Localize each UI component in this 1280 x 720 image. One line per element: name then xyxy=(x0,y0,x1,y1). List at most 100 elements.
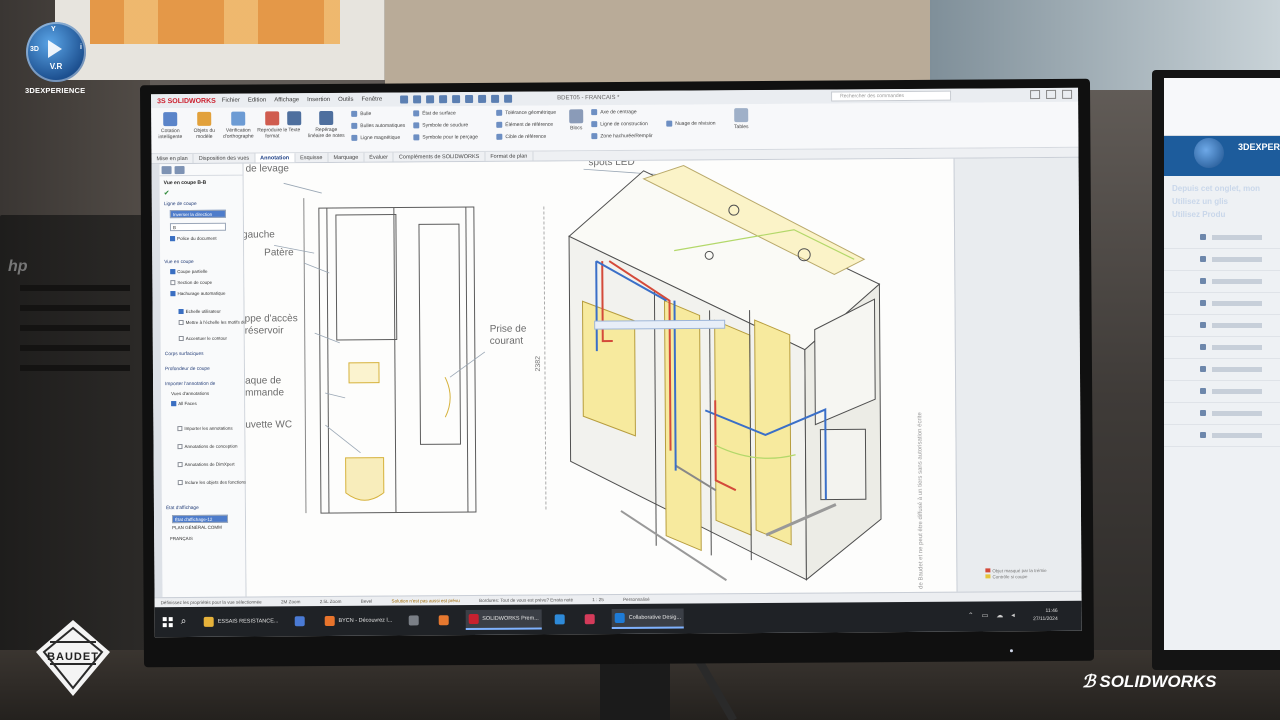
tab-complements[interactable]: Compléments de SOLIDWORKS xyxy=(393,151,486,162)
tab-annotation[interactable]: Annotation xyxy=(255,153,296,163)
revision-cloud-button[interactable]: Nuage de révision xyxy=(666,120,716,128)
tree-row[interactable] xyxy=(1164,381,1280,403)
print-icon[interactable] xyxy=(452,95,461,104)
tree-row[interactable] xyxy=(1164,271,1280,293)
import-annotations-checkbox[interactable]: Importer les annotations xyxy=(177,426,233,432)
label-input[interactable]: B xyxy=(169,222,226,232)
balloon-button[interactable]: Bulle xyxy=(351,110,371,118)
new-icon[interactable] xyxy=(413,95,422,104)
maximize-button[interactable] xyxy=(1046,89,1057,99)
group-display-state[interactable]: État d'affichage xyxy=(166,506,199,511)
tree-row[interactable] xyxy=(1164,403,1280,425)
menu-fichier[interactable]: Fichier xyxy=(222,98,240,104)
tab-marquage[interactable]: Marquage xyxy=(328,152,365,163)
isometric-cabin-drawing[interactable] xyxy=(568,164,882,582)
command-search-input[interactable]: Rechercher des commandes xyxy=(831,90,952,102)
display-state-item-2[interactable]: PLAN GÉNÉRAL COMM xyxy=(172,525,222,530)
tab-disposition-des-vues[interactable]: Disposition des vues xyxy=(193,153,256,163)
section-view-drawing[interactable] xyxy=(303,197,547,514)
tables-button[interactable]: Tables xyxy=(729,108,753,146)
tree-row[interactable] xyxy=(1164,227,1280,249)
taskbar-app-5[interactable] xyxy=(435,610,455,630)
status-warning[interactable]: Solution n'est pas aussi est prévu xyxy=(392,598,460,603)
taskbar-app-4[interactable] xyxy=(405,610,425,630)
drawing-canvas[interactable] xyxy=(244,159,957,597)
menu-edition[interactable]: Edition xyxy=(248,97,266,103)
dimxpert-annotations-checkbox[interactable]: Annotations de DimXpert xyxy=(177,462,235,468)
note-button[interactable]: Texte xyxy=(283,111,305,149)
dimension-height[interactable]: 2382 xyxy=(535,356,542,372)
display-state-item[interactable]: État d'affichage-12 xyxy=(171,514,229,524)
option-auto-hatching[interactable]: Hachurage automatique xyxy=(170,291,225,297)
tab-mise-en-plan[interactable]: Mise en plan xyxy=(151,153,194,164)
area-hatch-button[interactable]: Zone hachurée/Remplir xyxy=(591,133,653,141)
quick-access-toolbar[interactable] xyxy=(400,94,517,104)
tree-row[interactable] xyxy=(1164,315,1280,337)
linear-note-pattern-button[interactable]: Repérage linéaire de notes xyxy=(307,110,345,149)
menu-insertion[interactable]: Insertion xyxy=(307,97,330,103)
save-icon[interactable] xyxy=(439,95,448,104)
tree-row[interactable] xyxy=(1164,249,1280,271)
model-items-button[interactable]: Objets du modèle xyxy=(187,111,221,150)
menu-outils[interactable]: Outils xyxy=(338,97,353,103)
feature-tree-tab-icon[interactable] xyxy=(161,166,172,175)
ok-check-icon[interactable]: ✔ xyxy=(164,189,170,197)
design-annotations-checkbox[interactable]: Annotations de conception xyxy=(177,444,238,450)
taskbar-app-solidworks[interactable]: SOLIDWORKS Prem... xyxy=(465,609,542,631)
rebuild-icon[interactable] xyxy=(491,94,500,103)
taskbar-app-7[interactable] xyxy=(552,609,572,629)
status-units[interactable]: Personnalisé xyxy=(623,597,650,602)
hole-callout-button[interactable]: Symbole pour le perçage xyxy=(413,134,478,142)
taskbar-app-2[interactable] xyxy=(291,611,311,631)
blocks-button[interactable]: Blocs xyxy=(565,109,587,147)
smart-dimension-button[interactable]: Cotation intelligente xyxy=(153,112,187,150)
surface-finish-button[interactable]: État de surface xyxy=(413,110,456,118)
group-import-annotations[interactable]: Importer l'annotation de xyxy=(165,382,215,387)
centerline-button[interactable]: Axe de centrage xyxy=(591,109,637,117)
drawing-sheet[interactable]: de levage gauche Patère ppe d'accès rése… xyxy=(243,158,957,597)
option-user-scale[interactable]: Echelle utilisateur xyxy=(178,309,221,315)
weld-symbol-button[interactable]: Symbole de soudure xyxy=(413,122,468,130)
tree-row[interactable] xyxy=(1164,337,1280,359)
close-button[interactable] xyxy=(1062,89,1073,99)
document-font-checkbox[interactable]: Police du document xyxy=(170,236,217,242)
tab-format-de-plan[interactable]: Format de plan xyxy=(485,151,534,161)
all-faces-checkbox[interactable]: All Faces xyxy=(171,401,197,407)
clock[interactable]: 11:46 27/11/2024 xyxy=(1033,607,1058,623)
spell-check-button[interactable]: Vérification d'orthographe xyxy=(221,111,255,150)
option-partial-section[interactable]: Coupe partielle xyxy=(170,269,208,275)
auto-balloon-button[interactable]: Bulles automatiques xyxy=(351,122,405,130)
status-scale[interactable]: 1 : 25 xyxy=(592,597,604,602)
taskbar-app-firefox[interactable]: BYCN - Découvrez l... xyxy=(321,611,395,632)
group-section-depth[interactable]: Profondeur de coupe xyxy=(165,367,210,372)
tree-row[interactable] xyxy=(1164,425,1280,447)
property-tab-icon[interactable] xyxy=(174,166,185,175)
datum-feature-button[interactable]: Élément de référence xyxy=(496,121,553,129)
tab-evaluer[interactable]: Évaluer xyxy=(364,152,394,162)
minimize-button[interactable] xyxy=(1030,90,1041,100)
group-section-view[interactable]: Vue en coupe xyxy=(164,260,193,265)
taskbar-app-files[interactable]: ESSAIS RESISTANCE... xyxy=(201,611,282,632)
taskbar-app-8[interactable] xyxy=(582,609,602,629)
home-icon[interactable] xyxy=(400,95,409,104)
group-surface-bodies[interactable]: Corps surfaciques xyxy=(165,352,204,357)
menu-affichage[interactable]: Affichage xyxy=(274,97,299,103)
undo-icon[interactable] xyxy=(465,94,474,104)
language-selector[interactable]: FRANÇAIS xyxy=(170,536,193,541)
select-icon[interactable] xyxy=(478,94,487,103)
system-tray-icons[interactable]: ⌃ ▭ ☁ ◂ xyxy=(968,611,1018,619)
taskbar-app-edge[interactable]: Collaborative Desig... xyxy=(611,608,685,630)
tab-esquisse[interactable]: Esquisse xyxy=(295,153,329,163)
datum-target-button[interactable]: Cible de référence xyxy=(496,133,546,141)
construction-line-button[interactable]: Ligne de construction xyxy=(591,121,648,129)
tree-row[interactable] xyxy=(1164,359,1280,381)
geometric-tolerance-button[interactable]: Tolérance géométrique xyxy=(496,109,556,117)
search-icon[interactable]: ⌕ xyxy=(181,616,193,628)
options-icon[interactable] xyxy=(504,94,513,103)
tree-row[interactable] xyxy=(1164,293,1280,315)
magnetic-line-button[interactable]: Ligne magnétique xyxy=(351,134,400,143)
option-slice-section[interactable]: Section de coupe xyxy=(170,280,212,286)
open-icon[interactable] xyxy=(426,95,435,104)
menu-fenetre[interactable]: Fenêtre xyxy=(361,97,382,103)
group-section-line[interactable]: Ligne de coupe xyxy=(164,202,197,207)
